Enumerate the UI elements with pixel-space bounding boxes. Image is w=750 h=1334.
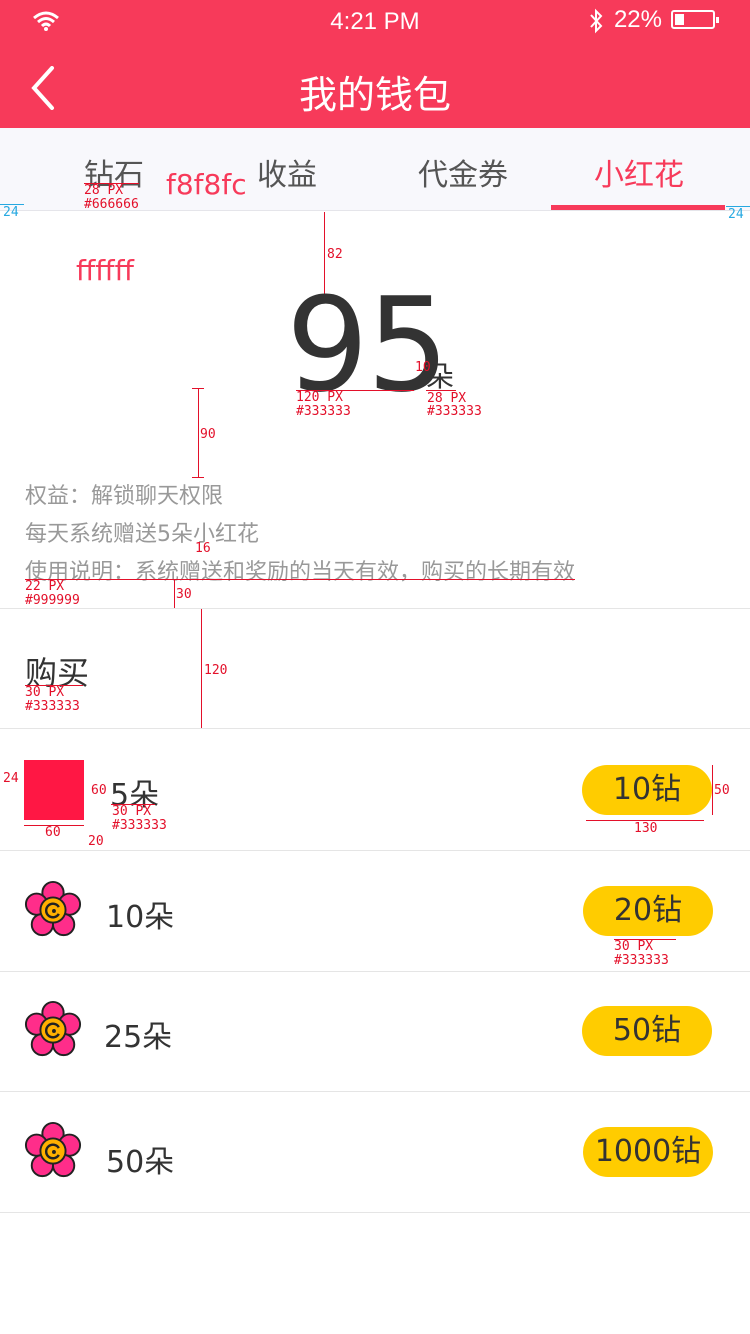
annotation-line xyxy=(712,765,713,815)
price-button[interactable]: 10钻 xyxy=(582,765,712,815)
page-title: 我的钱包 xyxy=(298,73,451,117)
annotation-unit-color: #333333 xyxy=(427,404,482,419)
price-button[interactable]: 20钻 xyxy=(583,886,713,936)
battery-icon xyxy=(671,10,719,29)
divider xyxy=(0,728,750,729)
tab-earnings[interactable]: 收益 xyxy=(257,150,317,194)
divider xyxy=(0,1212,750,1213)
item-label: 25朵 xyxy=(104,1020,173,1055)
info-daily-gift: 每天系统赠送5朵小红花 xyxy=(25,522,259,547)
annotation-line xyxy=(198,388,199,478)
annotation-gap-20: 20 xyxy=(88,834,104,849)
annotation-pill-height: 50 xyxy=(714,783,730,798)
annotation-margin-right: 24 xyxy=(728,207,744,222)
info-benefit: 权益：解锁聊天权限 xyxy=(25,484,224,509)
annotation-line xyxy=(0,204,24,205)
active-tab-indicator xyxy=(551,205,725,210)
annotation-line xyxy=(25,579,575,580)
divider xyxy=(0,971,750,972)
annotation-buy-color: #333333 xyxy=(25,699,80,714)
annotation-num-color: #333333 xyxy=(296,404,351,419)
price-button[interactable]: 50钻 xyxy=(582,1006,712,1056)
annotation-icon-height: 60 xyxy=(91,783,107,798)
divider xyxy=(0,850,750,851)
divider xyxy=(0,1091,750,1092)
annotation-gap-82: 82 xyxy=(327,247,343,262)
annotation-num-size: 120 PX xyxy=(296,390,343,405)
flower-icon xyxy=(24,1122,82,1178)
item-label: 10朵 xyxy=(106,900,175,935)
annotation-item-size: 30 PX xyxy=(112,804,152,819)
annotation-icon-width: 60 xyxy=(45,825,61,840)
annotation-gap-10: 10 xyxy=(415,360,431,375)
annotation-margin-left: 24 xyxy=(3,771,19,786)
tab-voucher[interactable]: 代金券 xyxy=(418,150,508,194)
annotation-line xyxy=(192,388,204,389)
annotation-tab-color: #666666 xyxy=(84,197,139,212)
annotation-tab-size: 28 PX xyxy=(84,183,124,198)
annotation-line xyxy=(174,580,175,608)
annotation-item-color: #333333 xyxy=(112,818,167,833)
annotation-buy-size: 30 PX xyxy=(25,685,65,700)
annotation-info-color: #999999 xyxy=(25,593,80,608)
flower-icon xyxy=(24,881,82,937)
tab-red-flower[interactable]: 小红花 xyxy=(594,150,684,194)
annotation-price-color: #333333 xyxy=(614,953,669,968)
flower-icon xyxy=(24,1001,82,1057)
divider xyxy=(0,608,750,609)
flower-placeholder-icon xyxy=(24,760,84,820)
annotation-gap-30: 30 xyxy=(176,587,192,602)
price-button[interactable]: 1000钻 xyxy=(583,1127,713,1177)
annotation-gap-90: 90 xyxy=(200,427,216,442)
annotation-margin-left: 24 xyxy=(3,205,19,220)
annotation-info-size: 22 PX xyxy=(25,579,65,594)
annotation-price-size: 30 PX xyxy=(614,939,654,954)
annotation-pill-width: 130 xyxy=(634,821,658,836)
item-label: 50朵 xyxy=(106,1145,175,1180)
annotation-content-bg: ffffff xyxy=(76,254,134,287)
bluetooth-icon xyxy=(590,8,603,34)
battery-percent: 22% xyxy=(613,6,662,33)
annotation-gap-16: 16 xyxy=(195,541,211,556)
annotation-tab-bg: f8f8fc xyxy=(166,168,247,201)
annotation-line xyxy=(726,206,750,207)
annotation-line xyxy=(201,609,202,728)
annotation-gap-120: 120 xyxy=(204,663,228,678)
info-usage: 使用说明：系统赠送和奖励的当天有效，购买的长期有效 xyxy=(25,560,576,585)
